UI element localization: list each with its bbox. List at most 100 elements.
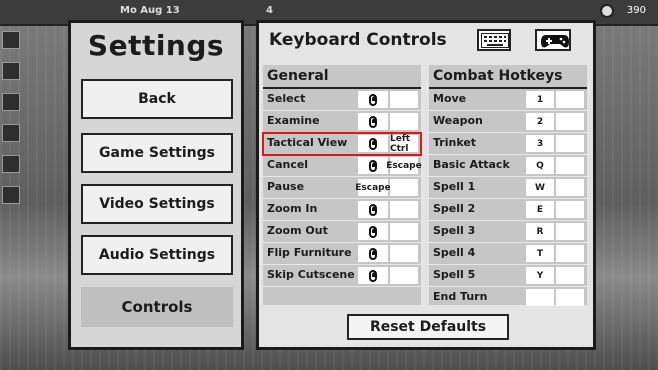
back-button[interactable]: Back <box>81 79 233 119</box>
primary-binding[interactable] <box>358 135 388 152</box>
hotkey-row-move[interactable]: Move 1 <box>429 89 587 111</box>
action-label: Basic Attack <box>433 158 510 171</box>
primary-binding[interactable]: 2 <box>526 113 554 130</box>
control-row-pause[interactable]: Pause Escape <box>263 177 421 199</box>
primary-binding[interactable] <box>358 113 388 130</box>
toolbar-icon[interactable] <box>2 62 20 80</box>
action-label: Tactical View <box>267 136 348 149</box>
secondary-binding[interactable]: Left Ctrl <box>390 134 418 154</box>
hotkey-row-spell-3[interactable]: Spell 3 R <box>429 221 587 243</box>
secondary-binding[interactable] <box>390 179 418 196</box>
hotkey-row-spell-2[interactable]: Spell 2 E <box>429 199 587 221</box>
secondary-binding[interactable] <box>390 245 418 262</box>
secondary-binding[interactable] <box>556 223 584 240</box>
hotkey-row-spell-4[interactable]: Spell 4 T <box>429 243 587 265</box>
game-settings-button[interactable]: Game Settings <box>81 133 233 173</box>
controls-button[interactable]: Controls <box>81 287 233 327</box>
toolbar-icon[interactable] <box>2 124 20 142</box>
primary-binding[interactable]: W <box>526 179 554 196</box>
action-label: Zoom Out <box>267 224 328 237</box>
hotkey-row-basic-attack[interactable]: Basic Attack Q <box>429 155 587 177</box>
action-label: Spell 2 <box>433 202 476 215</box>
action-label: Skip Cutscene <box>267 268 355 281</box>
control-row-zoom-in[interactable]: Zoom In <box>263 199 421 221</box>
primary-binding[interactable] <box>358 267 388 284</box>
hotkey-row-end-turn[interactable]: End Turn <box>429 287 587 309</box>
video-settings-button[interactable]: Video Settings <box>81 184 233 224</box>
secondary-binding[interactable] <box>556 157 584 174</box>
action-label: Pause <box>267 180 305 193</box>
mouse-right-click-icon <box>369 137 377 150</box>
action-label: Spell 1 <box>433 180 476 193</box>
primary-binding[interactable] <box>358 245 388 262</box>
action-label: Move <box>433 92 467 105</box>
primary-binding[interactable] <box>526 289 554 306</box>
secondary-binding[interactable] <box>556 113 584 130</box>
general-controls-column: General Select Examine Tactical View Lef… <box>262 65 422 305</box>
primary-binding[interactable]: 1 <box>526 91 554 108</box>
secondary-binding[interactable] <box>556 179 584 196</box>
primary-binding[interactable] <box>358 223 388 240</box>
control-row-tactical-view[interactable]: Tactical View Left Ctrl <box>262 132 422 156</box>
control-row-cancel[interactable]: Cancel Escape <box>263 155 422 177</box>
primary-binding[interactable]: 3 <box>526 135 554 152</box>
primary-binding[interactable]: Escape <box>355 179 391 196</box>
secondary-binding[interactable] <box>390 113 418 130</box>
toolbar-icon[interactable] <box>2 186 20 204</box>
primary-binding[interactable]: R <box>526 223 554 240</box>
toolbar-icon[interactable] <box>2 93 20 111</box>
keyboard-controls-title: Keyboard Controls <box>269 30 447 50</box>
settings-title: Settings <box>87 29 225 62</box>
coin-icon <box>600 4 614 18</box>
primary-binding[interactable] <box>358 157 388 174</box>
toolbar-icon[interactable] <box>2 31 20 49</box>
hotkey-row-spell-1[interactable]: Spell 1 W <box>429 177 587 199</box>
primary-binding[interactable]: T <box>526 245 554 262</box>
reset-defaults-button[interactable]: Reset Defaults <box>347 314 509 340</box>
primary-binding[interactable]: Y <box>526 267 554 284</box>
secondary-binding[interactable] <box>390 91 418 108</box>
secondary-binding[interactable] <box>556 267 584 284</box>
combat-hotkeys-column: Combat Hotkeys Move 1 Weapon 2 Trinket 3… <box>429 65 587 309</box>
secondary-binding[interactable] <box>556 289 584 306</box>
audio-settings-button[interactable]: Audio Settings <box>81 235 233 275</box>
keyboard-controls-panel: Keyboard Controls General Select Examine <box>256 20 596 350</box>
control-row-select[interactable]: Select <box>263 89 421 111</box>
secondary-binding[interactable] <box>556 91 584 108</box>
control-row-flip-furniture[interactable]: Flip Furniture <box>263 243 421 265</box>
keyboard-icon[interactable] <box>477 29 511 51</box>
primary-binding[interactable]: E <box>526 201 554 218</box>
primary-binding[interactable] <box>358 201 388 218</box>
secondary-binding[interactable]: Escape <box>386 157 422 174</box>
secondary-binding[interactable] <box>556 201 584 218</box>
action-label: Weapon <box>433 114 483 127</box>
action-label: Zoom In <box>267 202 318 215</box>
mouse-scroll-icon <box>369 203 377 216</box>
mouse-scroll-icon <box>369 225 377 238</box>
gold-count: 390 <box>626 5 646 16</box>
control-row-skip-cutscene[interactable]: Skip Cutscene <box>263 265 421 287</box>
mouse-right-click-icon <box>369 247 377 260</box>
control-row-examine[interactable]: Examine <box>263 111 421 133</box>
hotkey-row-trinket[interactable]: Trinket 3 <box>429 133 587 155</box>
mouse-right-click-icon <box>369 115 377 128</box>
action-label: End Turn <box>433 290 488 303</box>
secondary-binding[interactable] <box>556 245 584 262</box>
action-label: Flip Furniture <box>267 246 352 259</box>
action-label: Select <box>267 92 306 105</box>
mouse-right-click-icon <box>369 159 377 172</box>
secondary-binding[interactable] <box>390 223 418 240</box>
settings-menu-panel: Settings Back Game Settings Video Settin… <box>68 20 244 350</box>
mouse-right-click-icon <box>369 269 377 282</box>
gamepad-icon[interactable] <box>535 29 571 51</box>
secondary-binding[interactable] <box>390 201 418 218</box>
combat-hotkeys-header: Combat Hotkeys <box>429 65 587 89</box>
secondary-binding[interactable] <box>390 267 418 284</box>
hotkey-row-weapon[interactable]: Weapon 2 <box>429 111 587 133</box>
primary-binding[interactable]: Q <box>526 157 554 174</box>
primary-binding[interactable] <box>358 91 388 108</box>
toolbar-icon[interactable] <box>2 155 20 173</box>
secondary-binding[interactable] <box>556 135 584 152</box>
control-row-zoom-out[interactable]: Zoom Out <box>263 221 421 243</box>
hotkey-row-spell-5[interactable]: Spell 5 Y <box>429 265 587 287</box>
